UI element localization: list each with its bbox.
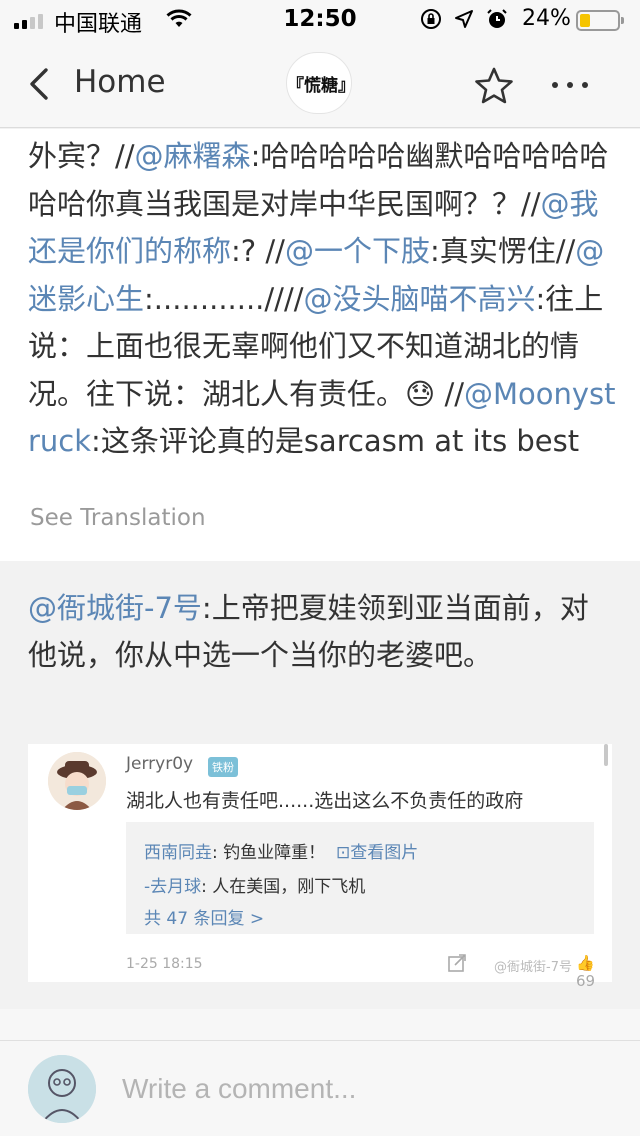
see-translation-link[interactable]: See Translation	[30, 505, 206, 531]
comment-input[interactable]	[122, 1067, 602, 1111]
comment-image[interactable]: Jerryr0y 铁粉 湖北人也有责任吧......选出这么不负责任的政府 西南…	[28, 744, 612, 990]
like-count: 👍69	[576, 954, 596, 990]
avatar	[48, 752, 106, 810]
fan-badge: 铁粉	[208, 757, 238, 777]
more-icon[interactable]	[552, 70, 600, 100]
watermark: @衙城街-7号	[494, 960, 572, 975]
chevron-left-icon[interactable]	[22, 66, 58, 102]
profile-logo[interactable]: 『慌糖』	[286, 52, 355, 114]
battery-icon	[576, 10, 624, 31]
status-bar: 中国联通 12:50 24%	[0, 0, 640, 40]
user-mention[interactable]: @麻糬森	[135, 139, 251, 173]
more-replies: 共 47 条回复 >	[144, 909, 265, 929]
embed-date: 1-25 18:15	[126, 956, 203, 972]
back-button-label[interactable]: Home	[74, 64, 166, 100]
location-icon	[455, 10, 473, 28]
user-mention[interactable]: @一个下肢	[285, 234, 430, 268]
navigation-bar: Home 『慌糖』	[0, 40, 640, 128]
alarm-icon	[487, 9, 507, 28]
post-text-segment: :............////	[144, 281, 304, 316]
embed-text: 湖北人也有责任吧......选出这么不负责任的政府	[126, 790, 524, 812]
image-icon: ⊡	[335, 843, 351, 863]
scrollbar	[604, 744, 608, 766]
logo-text: 『慌糖』	[287, 75, 355, 96]
user-mention[interactable]: @没头脑喵不高兴	[304, 282, 536, 316]
comment-text: @衙城街-7号:上帝把夏娃领到亚当面前，对他说，你从中选一个当你的老婆吧。	[28, 585, 598, 679]
share-icon	[448, 954, 466, 972]
next-comment-partial	[0, 1009, 640, 1041]
embed-username: Jerryr0y	[126, 754, 194, 774]
battery-percent: 24%	[522, 6, 571, 31]
post-text-segment: :这条评论真的是sarcasm at its best	[91, 424, 580, 458]
reply-row: 西南同垚: 钓鱼业障重！ ⊡查看图片	[144, 843, 419, 863]
orientation-lock-icon	[421, 9, 441, 29]
embed-replies: 西南同垚: 钓鱼业障重！ ⊡查看图片 -去月球: 人在美国，刚下飞机 共 47 …	[126, 822, 594, 934]
thumbs-up-icon: 👍	[576, 954, 595, 972]
post-text-segment: 外宾？//	[28, 139, 135, 173]
star-icon[interactable]	[474, 66, 514, 106]
post-text-segment: :真实愣住//	[429, 234, 576, 268]
post-text-segment: :? //	[231, 234, 285, 268]
reply-row: -去月球: 人在美国，刚下飞机	[144, 877, 366, 897]
post-content: 外宾？//@麻糬森:哈哈哈哈哈幽默哈哈哈哈哈哈哈你真当我国是对岸中华民国啊？？/…	[0, 129, 640, 561]
comment-mention[interactable]: @衙城街-7号	[28, 591, 202, 625]
comment-input-bar	[0, 1040, 640, 1136]
post-text: 外宾？//@麻糬森:哈哈哈哈哈幽默哈哈哈哈哈哈哈你真当我国是对岸中华民国啊？？/…	[28, 133, 618, 466]
avatar[interactable]	[28, 1055, 96, 1123]
